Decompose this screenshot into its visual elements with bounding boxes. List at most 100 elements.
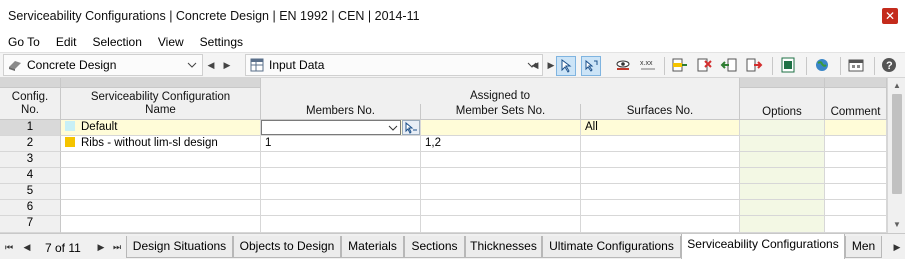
table-row-7-member-sets[interactable] [421, 216, 581, 233]
table-row-3-members[interactable] [261, 152, 421, 168]
row-number[interactable]: 2 [0, 136, 61, 152]
globe-icon[interactable] [813, 56, 833, 76]
table-row-6-name[interactable] [61, 200, 261, 216]
table-row-1-surfaces[interactable]: All [581, 120, 740, 136]
view-mode-icon[interactable] [614, 56, 634, 76]
table-row-5-members[interactable] [261, 184, 421, 200]
menu-selection[interactable]: Selection [85, 35, 150, 49]
next-tab-icon[interactable]: ▶ [95, 240, 107, 254]
column-header-member-sets[interactable]: Member Sets No. [421, 104, 581, 120]
last-tab-icon[interactable]: ⏭ [111, 240, 123, 254]
tab-sections[interactable]: Sections [404, 236, 465, 258]
table-row-4-member-sets[interactable] [421, 168, 581, 184]
row-number[interactable]: 1 [0, 120, 61, 136]
table-row-6-surfaces[interactable] [581, 200, 740, 216]
export-excel-icon[interactable] [779, 56, 799, 76]
table-row-4-surfaces[interactable] [581, 168, 740, 184]
vertical-scrollbar[interactable]: ▲ ▼ [887, 78, 905, 233]
column-header-name[interactable]: Serviceability Configuration Name [61, 88, 261, 120]
insert-row-icon[interactable] [670, 56, 690, 76]
table-row-2-surfaces[interactable] [581, 136, 740, 152]
previous-input-button[interactable]: ◀ [529, 57, 541, 73]
table-row-3-name[interactable] [61, 152, 261, 168]
numbering-icon[interactable]: x.xx [639, 56, 659, 76]
table-row-4-name[interactable] [61, 168, 261, 184]
next-module-button[interactable]: ▶ [221, 57, 233, 73]
row-number[interactable]: 6 [0, 200, 61, 216]
menu-go-to[interactable]: Go To [0, 35, 48, 49]
table-row-4-options[interactable] [740, 168, 825, 184]
table-row-2-comment[interactable] [825, 136, 887, 152]
table-row-7-surfaces[interactable] [581, 216, 740, 233]
table-row-2-name[interactable]: Ribs - without lim-sl design [61, 136, 261, 152]
table-row-6-options[interactable] [740, 200, 825, 216]
tab-thicknesses[interactable]: Thicknesses [465, 236, 542, 258]
previous-tab-icon[interactable]: ◀ [21, 240, 33, 254]
scroll-tabs-right-icon[interactable]: ▶ [891, 240, 903, 254]
column-header-surfaces[interactable]: Surfaces No. [581, 104, 740, 120]
column-header-comment[interactable]: Comment [825, 88, 887, 120]
table-row-6-member-sets[interactable] [421, 200, 581, 216]
table-row-6-comment[interactable] [825, 200, 887, 216]
row-number[interactable]: 5 [0, 184, 61, 200]
close-button[interactable]: ✕ [882, 8, 898, 24]
tab-ultimate-configurations[interactable]: Ultimate Configurations [542, 236, 681, 258]
move-row-left-icon[interactable] [720, 56, 740, 76]
select-members-button[interactable] [402, 120, 420, 135]
table-row-2-members[interactable]: 1 [261, 136, 421, 152]
tab-serviceability-configurations[interactable]: Serviceability Configurations [681, 234, 845, 259]
column-header-members[interactable]: Members No. [261, 104, 421, 120]
menu-edit[interactable]: Edit [48, 35, 85, 49]
menu-settings[interactable]: Settings [192, 35, 251, 49]
svg-text:x.xx: x.xx [640, 60, 653, 67]
table-row-4-members[interactable] [261, 168, 421, 184]
table-row-2-member-sets[interactable]: 1,2 [421, 136, 581, 152]
select-in-model-icon[interactable] [556, 56, 576, 76]
table-row-5-comment[interactable] [825, 184, 887, 200]
first-tab-icon[interactable]: ⏮ [3, 240, 15, 254]
tab-materials[interactable]: Materials [341, 236, 404, 258]
scroll-up-icon[interactable]: ▲ [893, 82, 901, 90]
scrollbar-thumb[interactable] [892, 94, 902, 194]
tab-members-truncated[interactable]: Men [845, 236, 882, 258]
settings-table-icon[interactable] [847, 56, 867, 76]
table-row-1-member-sets[interactable] [421, 120, 581, 136]
table-row-3-options[interactable] [740, 152, 825, 168]
table-row-1-name[interactable]: Default [61, 120, 261, 136]
tab-design-situations[interactable]: Design Situations [126, 236, 233, 258]
table-row-2-options[interactable] [740, 136, 825, 152]
tab-objects-to-design[interactable]: Objects to Design [233, 236, 341, 258]
table-row-4-comment[interactable] [825, 168, 887, 184]
row-number[interactable]: 3 [0, 152, 61, 168]
menu-bar: Go To Edit Selection View Settings [0, 32, 905, 52]
table-row-1-comment[interactable] [825, 120, 887, 136]
module-select[interactable]: Concrete Design [3, 54, 203, 76]
table-row-7-comment[interactable] [825, 216, 887, 233]
menu-view[interactable]: View [150, 35, 192, 49]
help-icon[interactable]: ? [880, 56, 900, 76]
column-header-options[interactable]: Options [740, 88, 825, 120]
members-dropdown-cell[interactable] [261, 120, 421, 136]
column-header-config-no[interactable]: Config. No. [0, 88, 61, 120]
previous-module-button[interactable]: ◀ [205, 57, 217, 73]
pick-from-model-icon[interactable] [581, 56, 601, 76]
table-row-3-surfaces[interactable] [581, 152, 740, 168]
table-row-7-members[interactable] [261, 216, 421, 233]
row-number[interactable]: 7 [0, 216, 61, 233]
move-row-right-icon[interactable] [745, 56, 765, 76]
table-row-5-name[interactable] [61, 184, 261, 200]
table-row-5-surfaces[interactable] [581, 184, 740, 200]
input-data-select[interactable]: Input Data [245, 54, 543, 76]
table-row-3-member-sets[interactable] [421, 152, 581, 168]
table-row-7-name[interactable] [61, 216, 261, 233]
scroll-down-icon[interactable]: ▼ [893, 221, 901, 229]
table-row-5-member-sets[interactable] [421, 184, 581, 200]
delete-row-icon[interactable] [695, 56, 715, 76]
members-input[interactable] [261, 120, 401, 135]
table-row-1-options[interactable] [740, 120, 825, 136]
table-row-3-comment[interactable] [825, 152, 887, 168]
table-row-7-options[interactable] [740, 216, 825, 233]
table-row-6-members[interactable] [261, 200, 421, 216]
row-number[interactable]: 4 [0, 168, 61, 184]
table-row-5-options[interactable] [740, 184, 825, 200]
